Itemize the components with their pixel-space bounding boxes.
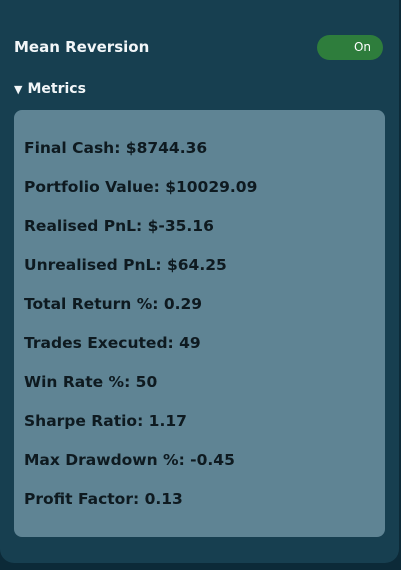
metric-profit-factor: Profit Factor: 0.13 <box>24 490 183 508</box>
metric-sharpe-ratio: Sharpe Ratio: 1.17 <box>24 412 187 430</box>
strategy-header: Mean Reversion On <box>14 34 383 60</box>
metric-trades-executed: Trades Executed: 49 <box>24 334 201 352</box>
toggle-label: On <box>353 40 371 54</box>
metric-win-rate: Win Rate %: 50 <box>24 373 158 391</box>
strategy-toggle[interactable]: On <box>317 35 383 60</box>
metric-unrealised-pnl: Unrealised PnL: $64.25 <box>24 256 227 274</box>
metric-total-return: Total Return %: 0.29 <box>24 295 203 313</box>
strategy-title: Mean Reversion <box>14 38 150 56</box>
window-frame: Mean Reversion On ▼ Metrics Final Cash: $… <box>0 0 401 570</box>
metric-realised-pnl: Realised PnL: $-35.16 <box>24 217 214 235</box>
metrics-header-label: Metrics <box>27 81 86 97</box>
strategy-panel: Mean Reversion On ▼ Metrics Final Cash: $… <box>0 0 399 563</box>
metric-max-drawdown: Max Drawdown %: -0.45 <box>24 451 235 469</box>
metrics-expander[interactable]: ▼ Metrics <box>14 81 86 97</box>
metrics-card: Final Cash: $8744.36 Portfolio Value: $1… <box>14 110 385 537</box>
metric-final-cash: Final Cash: $8744.36 <box>24 139 208 157</box>
metric-portfolio-value: Portfolio Value: $10029.09 <box>24 178 258 196</box>
caret-down-icon: ▼ <box>14 83 23 96</box>
